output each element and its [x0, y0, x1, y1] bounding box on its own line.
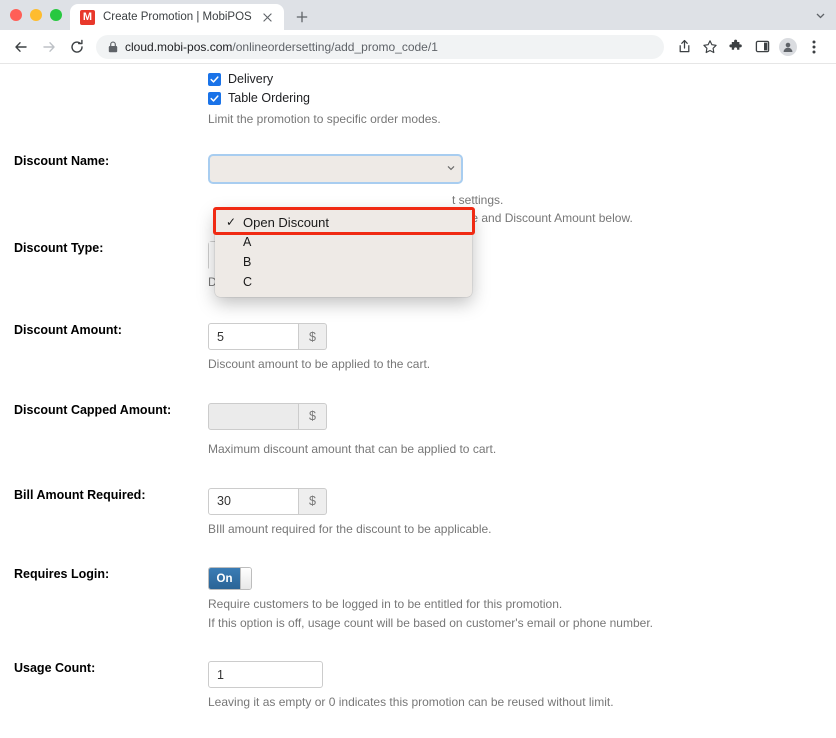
dropdown-option-open-discount[interactable]: ✓ Open Discount [215, 212, 472, 232]
order-modes-row: Delivery Table Ordering Limit the promot… [0, 72, 836, 129]
lock-icon [108, 41, 118, 53]
discount-amount-label: Discount Amount: [14, 323, 122, 338]
discount-name-dropdown-list[interactable]: ✓ Open Discount A B C [215, 209, 472, 297]
currency-addon: $ [299, 487, 327, 515]
favicon-letter: M [82, 10, 93, 23]
checkbox-checked-icon[interactable] [208, 72, 221, 86]
tab-list-chevron-icon[interactable] [815, 0, 826, 30]
usage-count-row: Usage Count: 1 Leaving it as empty or 0 … [0, 661, 836, 712]
discount-amount-row: Discount Amount: 5 $ Discount amount to … [0, 323, 836, 374]
discount-name-help-line-1: t settings. [452, 192, 504, 207]
requires-login-help-line-2: If this option is off, usage count will … [208, 615, 653, 630]
discount-capped-amount-help: Maximum discount amount that can be appl… [208, 441, 497, 456]
checkbox-table-ordering-label: Table Ordering [228, 91, 310, 105]
address-bar[interactable]: cloud.mobi-pos.com/onlineordersetting/ad… [96, 34, 664, 59]
dropdown-option-label: Open Discount [243, 214, 329, 230]
tab-title: Create Promotion | MobiPOS [103, 11, 252, 23]
requires-login-row: Requires Login: On Require customers to … [0, 567, 836, 632]
toggle-state-label: On [209, 568, 240, 590]
url-path: /onlineordersetting/add_promo_code/1 [232, 39, 438, 54]
usage-count-input[interactable]: 1 [208, 661, 323, 689]
dropdown-option-label: A [243, 235, 252, 249]
browser-tab[interactable]: M Create Promotion | MobiPOS [70, 4, 284, 30]
discount-amount-help: Discount amount to be applied to the car… [208, 357, 431, 372]
order-modes-field: Delivery Table Ordering Limit the promot… [208, 72, 836, 129]
discount-name-select[interactable] [208, 153, 463, 184]
dropdown-option-a[interactable]: A [215, 232, 472, 252]
bill-amount-required-input-group: 30 $ [208, 487, 327, 515]
discount-type-label: Discount Type: [14, 240, 104, 255]
share-icon[interactable] [672, 35, 696, 59]
checkbox-delivery-label: Delivery [228, 72, 274, 86]
discount-amount-input-group: 5 $ [208, 323, 327, 351]
discount-capped-amount-input-group: $ [208, 402, 327, 430]
checkbox-table-ordering[interactable]: Table Ordering [208, 91, 836, 105]
new-tab-button[interactable] [288, 4, 316, 30]
discount-amount-field: 5 $ Discount amount to be applied to the… [208, 323, 836, 374]
browser-window: M Create Promotion | MobiPOS cloud.mobi-… [0, 0, 836, 738]
page-viewport: Delivery Table Ordering Limit the promot… [0, 64, 836, 736]
discount-capped-amount-field: $ Maximum discount amount that can be ap… [208, 402, 836, 459]
url-host: cloud.mobi-pos.com [125, 39, 233, 54]
toolbar-icons [672, 35, 826, 59]
forward-arrow-icon[interactable] [36, 34, 62, 60]
toggle-knob[interactable] [240, 568, 251, 590]
bill-amount-required-field: 30 $ BIll amount required for the discou… [208, 487, 836, 539]
discount-capped-amount-label: Discount Capped Amount: [14, 402, 172, 417]
currency-addon: $ [299, 323, 327, 351]
bookmark-star-icon[interactable] [698, 35, 722, 59]
maximize-window-button[interactable] [50, 9, 62, 21]
url-text: cloud.mobi-pos.com/onlineordersetting/ad… [125, 40, 438, 54]
usage-count-help: Leaving it as empty or 0 indicates this … [208, 695, 614, 710]
requires-login-toggle[interactable]: On [208, 567, 252, 591]
requires-login-help-line-1: Require customers to be logged in to be … [208, 597, 563, 612]
bill-amount-required-input[interactable]: 30 [208, 487, 299, 515]
chevron-down-icon [447, 164, 455, 173]
reload-icon[interactable] [64, 34, 90, 60]
dropdown-option-label: C [243, 275, 253, 289]
checkbox-checked-icon[interactable] [208, 91, 221, 105]
browser-toolbar: cloud.mobi-pos.com/onlineordersetting/ad… [0, 30, 836, 64]
discount-capped-amount-row: Discount Capped Amount: $ Maximum discou… [0, 402, 836, 459]
discount-amount-input[interactable]: 5 [208, 323, 299, 351]
currency-addon: $ [299, 402, 327, 430]
window-controls [8, 0, 70, 30]
discount-capped-amount-input[interactable] [208, 402, 299, 430]
profile-avatar-icon[interactable] [776, 35, 800, 59]
minimize-window-button[interactable] [30, 9, 42, 21]
bill-amount-required-row: Bill Amount Required: 30 $ BIll amount r… [0, 487, 836, 539]
avatar [779, 37, 797, 56]
side-panel-icon[interactable] [750, 35, 774, 59]
checkbox-delivery[interactable]: Delivery [208, 72, 836, 86]
order-modes-help: Limit the promotion to specific order mo… [208, 112, 441, 126]
close-window-button[interactable] [10, 9, 22, 21]
more-vertical-icon[interactable] [802, 35, 826, 59]
dropdown-option-c[interactable]: C [215, 272, 472, 292]
dropdown-option-b[interactable]: B [215, 252, 472, 272]
requires-login-label: Requires Login: [14, 567, 110, 582]
favicon-mobipos-icon: M [80, 9, 95, 25]
tab-strip: M Create Promotion | MobiPOS [0, 0, 836, 30]
promotion-form: Delivery Table Ordering Limit the promot… [0, 72, 836, 736]
usage-count-field: 1 Leaving it as empty or 0 indicates thi… [208, 661, 836, 712]
bill-amount-required-label: Bill Amount Required: [14, 487, 146, 502]
close-tab-icon[interactable] [260, 9, 276, 25]
bill-amount-required-help: BIll amount required for the discount to… [208, 521, 492, 536]
dropdown-option-label: B [243, 255, 252, 269]
usage-count-label: Usage Count: [14, 661, 96, 676]
requires-login-field: On Require customers to be logged in to … [208, 567, 836, 632]
discount-name-label: Discount Name: [14, 153, 110, 168]
check-icon: ✓ [226, 215, 237, 229]
extensions-puzzle-icon[interactable] [724, 35, 748, 59]
back-arrow-icon[interactable] [8, 34, 34, 60]
